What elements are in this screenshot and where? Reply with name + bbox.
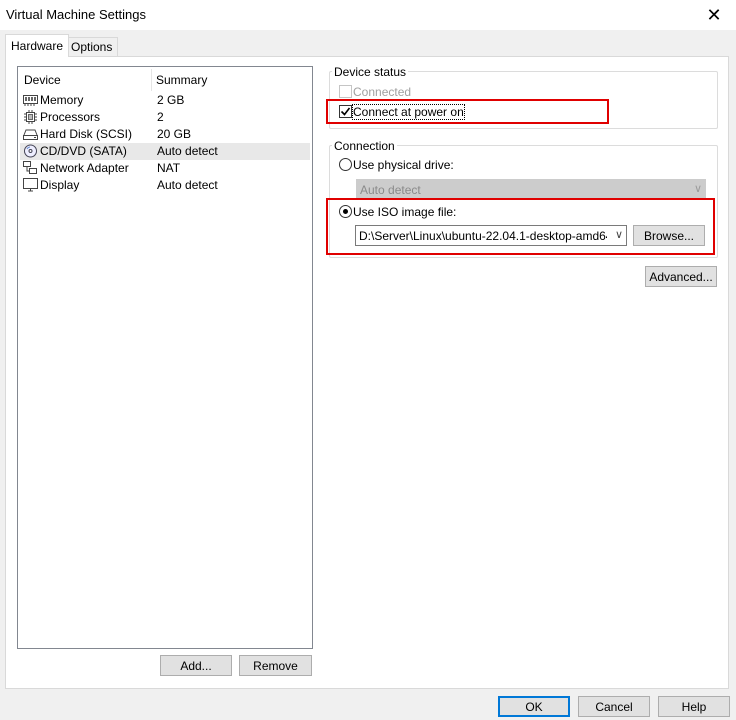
chevron-down-icon: ∨ [693, 183, 702, 195]
window-title: Virtual Machine Settings [6, 7, 146, 22]
connected-checkbox[interactable] [339, 85, 352, 98]
help-button[interactable]: Help [658, 696, 730, 717]
device-summary: 20 GB [157, 127, 192, 141]
title-bar: Virtual Machine Settings ✕ [0, 0, 736, 30]
highlight-box-power-on [326, 99, 609, 124]
device-summary: 2 [157, 110, 164, 124]
device-column-header[interactable]: Device [24, 73, 61, 87]
cd-dvd-icon [24, 144, 37, 158]
processor-icon [24, 110, 37, 124]
physical-drive-select[interactable]: Auto detect ∨ [356, 179, 706, 200]
summary-column-header[interactable]: Summary [156, 73, 207, 87]
connected-label: Connected [353, 85, 412, 99]
use-physical-drive-radio[interactable] [339, 158, 352, 171]
device-summary: 2 GB [157, 93, 185, 107]
connection-title: Connection [332, 139, 397, 153]
cancel-button[interactable]: Cancel [578, 696, 650, 717]
device-name: CD/DVD (SATA) [40, 144, 127, 158]
display-icon [23, 178, 38, 192]
use-physical-drive-label: Use physical drive: [353, 158, 454, 172]
tab-options[interactable]: Options [65, 37, 119, 56]
device-row-cd-dvd[interactable]: CD/DVD (SATA) Auto detect [20, 143, 310, 160]
device-summary: NAT [157, 161, 181, 175]
device-name: Memory [40, 93, 84, 107]
device-row-processors[interactable]: Processors 2 [20, 109, 310, 126]
hard-disk-icon [23, 129, 38, 140]
physical-drive-value: Auto detect [360, 183, 421, 197]
memory-icon [23, 95, 38, 106]
device-list[interactable]: Device Summary Memory 2 GB Processors 2 … [17, 66, 313, 649]
column-divider[interactable] [151, 69, 152, 91]
device-name: Network Adapter [40, 161, 129, 175]
device-row-display[interactable]: Display Auto detect [20, 177, 310, 194]
device-name: Hard Disk (SCSI) [40, 127, 133, 141]
device-row-hard-disk[interactable]: Hard Disk (SCSI) 20 GB [20, 126, 310, 143]
device-status-title: Device status [332, 65, 409, 79]
advanced-button[interactable]: Advanced... [645, 266, 717, 287]
ok-button[interactable]: OK [498, 696, 570, 717]
device-name: Processors [40, 110, 101, 124]
device-row-network-adapter[interactable]: Network Adapter NAT [20, 160, 310, 177]
close-icon[interactable]: ✕ [692, 0, 736, 30]
add-button[interactable]: Add... [160, 655, 232, 676]
network-adapter-icon [23, 161, 37, 174]
highlight-box-iso [326, 198, 715, 255]
device-name: Display [40, 178, 80, 192]
device-summary: Auto detect [157, 178, 218, 192]
remove-button[interactable]: Remove [239, 655, 312, 676]
device-summary: Auto detect [157, 144, 218, 158]
device-row-memory[interactable]: Memory 2 GB [20, 92, 310, 109]
tab-hardware[interactable]: Hardware [5, 34, 70, 57]
